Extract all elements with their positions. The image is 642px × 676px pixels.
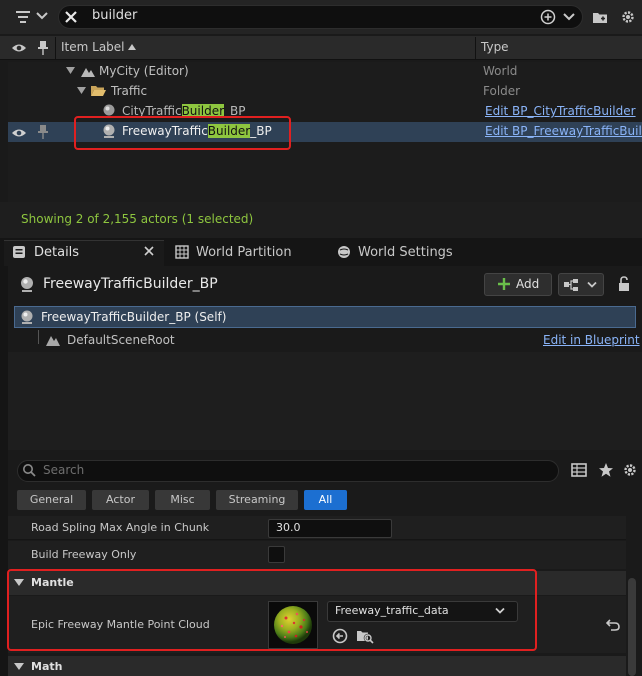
gear-icon[interactable]	[620, 9, 636, 25]
pin-icon[interactable]	[37, 40, 49, 56]
freeway-only-checkbox[interactable]	[268, 546, 285, 563]
math-section-header[interactable]	[8, 656, 626, 676]
scene-root-icon	[45, 333, 61, 347]
actor-count-status: Showing 2 of 2,155 actors (1 selected)	[21, 212, 254, 226]
outliner-row-label[interactable]: Traffic	[111, 84, 147, 98]
filter-all-button[interactable]: All	[304, 490, 347, 510]
edit-blueprint-link[interactable]: Edit BP_FreewayTrafficBuilder	[485, 124, 642, 138]
tab-world-partition[interactable]: World Partition	[196, 245, 292, 260]
tab-details-label: Details	[34, 245, 80, 260]
filter-actor-button[interactable]: Actor	[92, 490, 149, 510]
blueprint-actor-icon	[19, 309, 35, 325]
tree-line	[38, 330, 39, 344]
max-angle-value: 30.0	[276, 521, 301, 534]
col-type[interactable]: Type	[481, 40, 509, 54]
math-section-label: Math	[31, 660, 63, 673]
star-icon[interactable]	[598, 462, 614, 478]
lock-open-icon[interactable]	[617, 276, 631, 292]
edit-blueprint-link[interactable]: Edit BP_CityTrafficBuilder	[485, 104, 636, 118]
expand-arrow-icon[interactable]	[77, 87, 86, 95]
visibility-icon[interactable]	[11, 42, 27, 54]
add-button-label: Add	[516, 277, 540, 291]
component-root-label[interactable]: DefaultSceneRoot	[67, 333, 175, 347]
outliner-row-label[interactable]: MyCity (Editor)	[99, 64, 189, 78]
plus-icon	[497, 277, 511, 291]
edit-in-blueprint-link[interactable]: Edit in Blueprint	[543, 333, 640, 347]
chevron-down-icon[interactable]	[563, 12, 575, 22]
clear-search-icon[interactable]	[63, 9, 79, 25]
chevron-down-icon[interactable]	[36, 11, 48, 21]
pin-icon[interactable]	[37, 124, 49, 140]
outliner-row-type: World	[483, 64, 518, 78]
chevron-down-icon	[587, 281, 597, 289]
max-angle-label: Road Spling Max Angle in Chunk	[31, 521, 210, 534]
tab-world-settings[interactable]: World Settings	[358, 245, 453, 260]
filter-misc-button[interactable]: Misc	[155, 490, 210, 510]
blueprint-actor-icon	[19, 275, 35, 293]
expand-arrow-icon[interactable]	[66, 67, 75, 75]
close-icon[interactable]	[144, 246, 154, 256]
components-tree-area	[8, 352, 642, 450]
component-self-label: FreewayTrafficBuilder_BP (Self)	[41, 310, 227, 324]
collapse-arrow-icon	[14, 663, 24, 671]
reset-to-default-icon[interactable]	[606, 618, 620, 632]
header-divider	[475, 37, 476, 59]
search-icon	[22, 463, 36, 477]
details-icon	[12, 245, 26, 259]
visibility-icon[interactable]	[11, 127, 27, 139]
sort-ascending-icon	[128, 44, 136, 50]
world-partition-icon	[175, 245, 189, 259]
search-text: builder	[92, 8, 138, 23]
filter-streaming-button[interactable]: Streaming	[216, 490, 298, 510]
world-icon	[80, 64, 96, 78]
tab-details[interactable]	[4, 240, 164, 266]
annotation-box	[74, 116, 291, 150]
outliner-row-type: Folder	[483, 84, 521, 98]
world-settings-icon	[337, 245, 351, 259]
annotation-box	[7, 569, 537, 651]
header-divider	[55, 37, 56, 59]
add-filter-icon[interactable]	[540, 9, 556, 25]
folder-add-icon[interactable]	[592, 9, 608, 25]
details-search-input[interactable]	[17, 460, 559, 482]
filter-icon[interactable]	[14, 8, 36, 26]
folder-open-icon	[90, 84, 106, 98]
gear-icon[interactable]	[622, 462, 638, 478]
hierarchy-icon	[563, 278, 579, 292]
freeway-only-label: Build Freeway Only	[31, 548, 137, 561]
table-view-icon[interactable]	[571, 463, 587, 477]
col-item-label[interactable]: Item Label	[61, 40, 125, 54]
actor-name[interactable]: FreewayTrafficBuilder_BP	[43, 276, 218, 292]
details-search-placeholder: Search	[43, 463, 85, 477]
details-scrollbar[interactable]	[628, 578, 636, 676]
filter-general-button[interactable]: General	[17, 490, 86, 510]
